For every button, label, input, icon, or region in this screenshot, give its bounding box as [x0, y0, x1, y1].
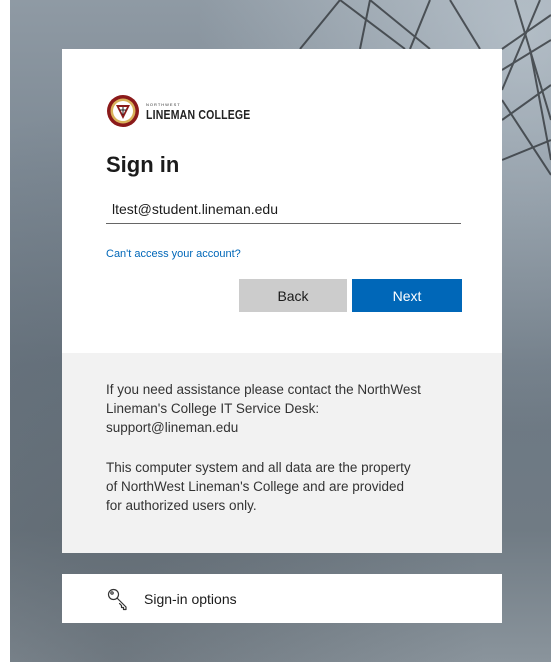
key-icon — [107, 588, 127, 610]
next-button[interactable]: Next — [352, 279, 462, 312]
info-panel: If you need assistance please contact th… — [62, 353, 502, 553]
logo-small-text: NORTHWEST — [146, 101, 181, 107]
logo-name-text: LINEMAN COLLEGE — [146, 107, 251, 123]
college-logo: NORTHWEST LINEMAN COLLEGE — [106, 94, 251, 128]
back-button[interactable]: Back — [239, 279, 347, 312]
property-notice-text: This computer system and all data are th… — [106, 460, 411, 513]
sign-in-card: NORTHWEST LINEMAN COLLEGE Sign in Can't … — [62, 49, 502, 353]
sign-in-options-label: Sign-in options — [144, 590, 237, 607]
college-seal-icon — [107, 95, 139, 127]
page-title: Sign in — [106, 152, 180, 177]
assistance-text: If you need assistance please contact th… — [106, 382, 421, 435]
username-input[interactable] — [106, 194, 461, 224]
cant-access-account-link[interactable]: Can't access your account? — [106, 248, 241, 260]
sign-in-options-button[interactable]: Sign-in options — [62, 574, 502, 623]
